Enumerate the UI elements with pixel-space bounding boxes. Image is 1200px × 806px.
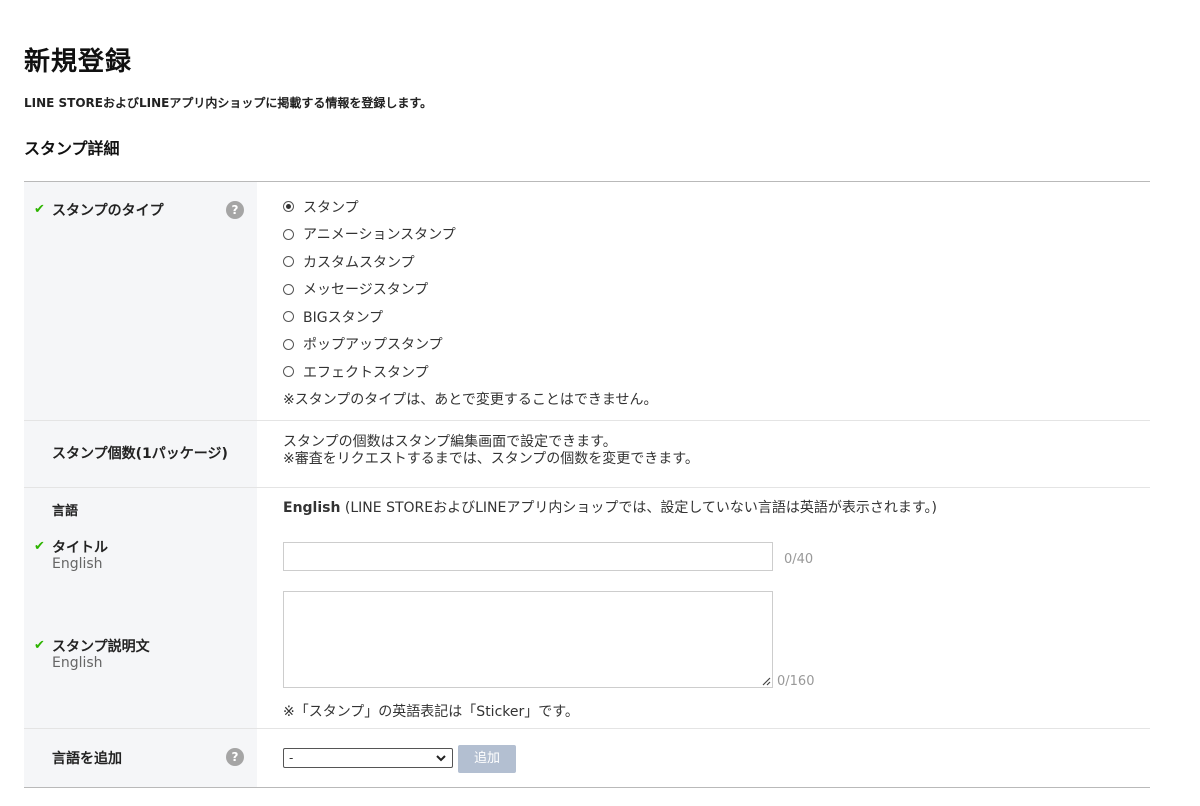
label-cell: スタンプ個数(1パッケージ) (24, 421, 257, 487)
radio-option-label: スタンプ (303, 199, 359, 216)
radio-option-label: BIGスタンプ (303, 309, 384, 326)
radio-option-label: ポップアップスタンプ (303, 337, 443, 354)
radio-unchecked-icon[interactable] (283, 311, 294, 323)
sticker-type-note: ※スタンプのタイプは、あとで変更することはできません。 (283, 391, 658, 408)
radio-unchecked-icon[interactable] (283, 228, 294, 240)
description-counter: 0/160 (777, 674, 815, 689)
sticker-type-label: スタンプのタイプ (52, 203, 164, 219)
page-subtitle: LINE STOREおよびLINEアプリ内ショップに掲載する情報を登録します。 (24, 96, 433, 110)
resize-grip-icon[interactable] (762, 677, 771, 686)
sticker-count-label: スタンプ個数(1パッケージ) (52, 446, 228, 462)
radio-unchecked-icon[interactable] (283, 366, 294, 378)
language-select[interactable]: - (283, 748, 453, 768)
add-language-label: 言語を追加 (52, 751, 122, 767)
radio-unchecked-icon[interactable] (283, 283, 294, 295)
description-label: スタンプ説明文 (52, 639, 150, 655)
label-cell: 言語 ✔ タイトル English ✔ スタンプ説明文 English (24, 488, 257, 728)
title-label: タイトル (52, 540, 108, 556)
radio-unchecked-icon[interactable] (283, 338, 294, 350)
add-language-controls: - 追加 (257, 729, 1150, 787)
sticker-detail-form: ✔ スタンプのタイプ ? スタンプアニメーションスタンプ カスタムスタンプ メッセー… (24, 181, 1150, 788)
radio-option[interactable]: BIGスタンプ (283, 303, 1150, 331)
row-add-language: 言語を追加 ? - 追加 (24, 728, 1150, 787)
sticker-count-text-1: スタンプの個数はスタンプ編集画面で設定できます。 (283, 434, 617, 450)
label-cell: 言語を追加 ? (24, 729, 257, 787)
radio-option-label: エフェクトスタンプ (303, 364, 429, 381)
radio-option[interactable]: メッセージスタンプ (283, 276, 1150, 304)
language-label: 言語 (52, 504, 79, 519)
language-values: English (LINE STOREおよびLINEアプリ内ショップでは、設定し… (257, 488, 1150, 728)
language-value: English (LINE STOREおよびLINEアプリ内ショップでは、設定し… (283, 497, 937, 517)
row-sticker-count: スタンプ個数(1パッケージ) スタンプの個数はスタンプ編集画面で設定できます。 … (24, 420, 1150, 487)
row-language: 言語 ✔ タイトル English ✔ スタンプ説明文 English Engl… (24, 487, 1150, 728)
check-icon: ✔ (34, 638, 45, 653)
label-cell: ✔ スタンプのタイプ ? (24, 182, 257, 420)
row-sticker-type: ✔ スタンプのタイプ ? スタンプアニメーションスタンプ カスタムスタンプ メッセー… (24, 182, 1150, 420)
title-language-label: English (52, 556, 103, 572)
sticker-count-value: スタンプの個数はスタンプ編集画面で設定できます。 ※審査をリクエストするまでは、… (257, 421, 1150, 487)
radio-option[interactable]: ポップアップスタンプ (283, 331, 1150, 359)
check-icon: ✔ (34, 202, 45, 217)
sticker-count-text-2: ※審査をリクエストするまでは、スタンプの個数を変更できます。 (283, 451, 699, 467)
add-language-button[interactable]: 追加 (458, 745, 516, 773)
language-select-value: - (289, 751, 294, 765)
page-title: 新規登録 (24, 47, 133, 77)
radio-option[interactable]: エフェクトスタンプ (283, 358, 1150, 386)
help-icon[interactable]: ? (226, 201, 244, 219)
chevron-down-icon (436, 755, 446, 762)
radio-unchecked-icon[interactable] (283, 256, 294, 268)
description-language-label: English (52, 655, 103, 671)
radio-option[interactable]: スタンプ (283, 193, 1150, 221)
radio-option[interactable]: アニメーションスタンプ (283, 221, 1150, 249)
radio-checked-icon[interactable] (283, 201, 294, 213)
radio-list: スタンプアニメーションスタンプ カスタムスタンプ メッセージスタンプ BIGスタンプポ… (283, 193, 1150, 386)
language-name: English (283, 500, 341, 516)
page: 新規登録 LINE STOREおよびLINEアプリ内ショップに掲載する情報を登録… (0, 0, 1200, 159)
radio-option-label: カスタムスタンプ (303, 254, 415, 271)
title-input[interactable] (283, 542, 773, 571)
description-note: ※「スタンプ」の英語表記は「Sticker」です。 (283, 704, 579, 720)
radio-option-label: メッセージスタンプ (303, 282, 429, 299)
help-icon[interactable]: ? (226, 748, 244, 766)
title-counter: 0/40 (784, 552, 814, 567)
description-textarea[interactable] (283, 591, 773, 688)
sticker-type-options: スタンプアニメーションスタンプ カスタムスタンプ メッセージスタンプ BIGスタンプポ… (257, 182, 1150, 420)
check-icon: ✔ (34, 539, 45, 554)
language-note: (LINE STOREおよびLINEアプリ内ショップでは、設定していない言語は英… (344, 500, 937, 516)
radio-option[interactable]: カスタムスタンプ (283, 248, 1150, 276)
radio-option-label: アニメーションスタンプ (303, 227, 456, 244)
section-title: スタンプ詳細 (24, 139, 120, 158)
